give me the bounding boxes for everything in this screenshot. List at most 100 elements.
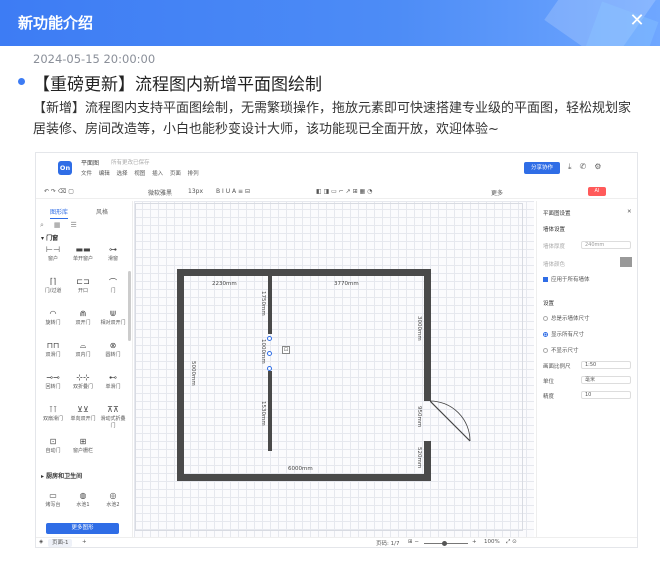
shape-label: 双折叠门: [72, 384, 93, 390]
menu-select[interactable]: 选择: [117, 171, 128, 177]
tab-style[interactable]: 风格: [96, 209, 108, 216]
shape-item[interactable]: ⊢⊣ 窗户: [40, 245, 66, 262]
wall-middle-upper[interactable]: [268, 276, 272, 334]
phone-icon[interactable]: ✆: [580, 162, 595, 171]
ai-badge[interactable]: AI: [588, 187, 606, 196]
close-icon[interactable]: ✕: [627, 209, 632, 215]
menu-view[interactable]: 视图: [134, 171, 145, 177]
shape-item[interactable]: ⊻⊻ 单向双开门: [70, 405, 96, 422]
shape-item[interactable]: ⋓ 相对双开门: [100, 309, 126, 326]
wall-right-upper[interactable]: [424, 269, 431, 401]
wall-color-swatch[interactable]: [620, 257, 632, 267]
shape-icon: ⌈⌉: [49, 277, 57, 286]
radio-icon[interactable]: [543, 316, 548, 321]
dimension-label: 950mm: [416, 406, 422, 428]
shape-item[interactable]: ⊏⊐ 开口: [70, 277, 96, 294]
zoom-level: 100%: [484, 539, 500, 545]
toolbar-more[interactable]: 更多: [491, 188, 503, 197]
shape-label: 双内门: [75, 352, 91, 358]
font-size-select[interactable]: 13px: [188, 188, 203, 195]
shape-item[interactable]: ⊞ 窗户栅栏: [70, 437, 96, 454]
scrollbar[interactable]: [128, 271, 131, 341]
menu-arrange[interactable]: 排列: [188, 171, 199, 177]
checkbox-icon[interactable]: [543, 277, 548, 282]
tab-shapes[interactable]: 图形库: [50, 209, 69, 219]
download-icon[interactable]: ⤓: [568, 162, 580, 171]
resize-handle[interactable]: [267, 366, 272, 371]
menu-file[interactable]: 文件: [81, 171, 92, 177]
drawing-canvas[interactable]: ⊡ 2230mm 3770mm 6000mm 5000mm 1750mm 100…: [134, 201, 534, 537]
shape-item[interactable]: ◍ 水池1: [70, 491, 96, 508]
wall-middle-lower[interactable]: [268, 371, 272, 451]
shape-item[interactable]: ⊶ 滑窗: [100, 245, 126, 262]
precision-select[interactable]: 10: [581, 391, 631, 399]
shape-label: 开口: [77, 288, 88, 294]
shape-item[interactable]: ⌓ 双内门: [70, 341, 96, 358]
shape-item[interactable]: ⌒ 门: [100, 277, 126, 294]
door-options-icon[interactable]: ⊡: [282, 346, 290, 354]
wall-left[interactable]: [177, 269, 184, 481]
menu-edit[interactable]: 编辑: [99, 171, 110, 177]
radio-option[interactable]: 显示所有尺寸: [543, 330, 584, 338]
text-style-icons[interactable]: B I U A ≡ ⊟: [216, 188, 250, 195]
shape-item[interactable]: ⊓⊓ 双滑门: [40, 341, 66, 358]
shape-label: 相对双开门: [100, 320, 126, 326]
layers-icon[interactable]: ◈: [39, 539, 43, 545]
menu-page[interactable]: 页面: [170, 171, 181, 177]
door-swing[interactable]: [430, 397, 476, 445]
shape-icon: ⌓: [79, 341, 87, 350]
fit-icon[interactable]: ⊞ −: [408, 539, 419, 545]
grid-icon[interactable]: ▦: [54, 221, 71, 229]
section-kitchen[interactable]: ▸ 厨房和卫生间: [41, 471, 82, 480]
shape-item[interactable]: ⊷ 单滑门: [100, 373, 126, 390]
shape-item[interactable]: ⊡ 自动门: [40, 437, 66, 454]
close-icon[interactable]: ✕: [626, 10, 648, 32]
feature-screenshot: On 平面图 所有更改已保存 文件 编辑 选择 视图 插入 页面 排列 分享协作…: [35, 152, 638, 548]
radio-icon[interactable]: [543, 348, 548, 353]
wall-thickness-input[interactable]: 240mm: [581, 241, 631, 249]
wall-top[interactable]: [177, 269, 431, 276]
more-shapes-button[interactable]: 更多图形: [46, 523, 119, 534]
add-page-button[interactable]: +: [82, 539, 87, 545]
shape-icon: ⊢⊣: [46, 245, 60, 254]
shape-item[interactable]: ▬▬ 单开窗户: [70, 245, 96, 262]
page-tab[interactable]: 页面-1: [48, 539, 73, 547]
shape-item[interactable]: ▭ 烤写台: [40, 491, 66, 508]
resize-handle[interactable]: [267, 351, 272, 356]
shape-style-icons[interactable]: ◧ ◨ ▭ ⌐ ↗ ⊞ ▦ ◔: [316, 188, 372, 195]
zoom-in-icon[interactable]: +: [472, 539, 477, 545]
menu-insert[interactable]: 插入: [152, 171, 163, 177]
post-date: 2024-05-15 20:00:00: [33, 52, 156, 66]
unit-select[interactable]: 毫米: [581, 376, 631, 384]
scale-select[interactable]: 1:50: [581, 361, 631, 369]
undo-icon[interactable]: ↶ ↷ ⌫ ▢: [44, 188, 74, 195]
shape-item[interactable]: ⊺⊺ 双扇滑门: [40, 405, 66, 422]
fullscreen-icon[interactable]: ⤢ ⊙: [506, 539, 517, 546]
share-button[interactable]: 分享协作: [524, 162, 560, 174]
apply-all-checkbox[interactable]: 应用于所有墙体: [543, 275, 590, 283]
section-doors[interactable]: ▾ 门窗: [41, 233, 58, 242]
shape-item[interactable]: ⊹⊹ 双折叠门: [70, 373, 96, 390]
shape-item[interactable]: ⊸⊸ 回转门: [40, 373, 66, 390]
radio-option[interactable]: 总是示墙体尺寸: [543, 314, 590, 322]
shape-icon: ▬▬: [75, 245, 91, 254]
shape-item[interactable]: ⊼⊼ 滑动式折叠门: [100, 405, 126, 429]
shape-library-panel: 图形库 风格 ⌕▦☰ ▾ 门窗 ⊢⊣ 窗户 ▬▬ 单开窗户 ⊶ 滑窗 ⌈⌉ 门/过道 ⊏⊐ 开口 ⌒…: [36, 201, 133, 537]
list-icon[interactable]: ☰: [71, 221, 87, 229]
search-icon[interactable]: ⌕: [40, 221, 54, 229]
doc-save-status: 所有更改已保存: [111, 160, 150, 166]
zoom-slider-handle[interactable]: [442, 541, 447, 546]
shape-item[interactable]: ◎ 水池2: [100, 491, 126, 508]
font-select[interactable]: 微软雅黑: [148, 188, 172, 197]
resize-handle[interactable]: [267, 336, 272, 341]
scale-label: 画面比例尺: [543, 364, 571, 370]
wall-right-lower[interactable]: [424, 441, 431, 481]
shape-item[interactable]: ◜◝ 旋转门: [40, 309, 66, 326]
shape-item[interactable]: ⋒ 双开门: [70, 309, 96, 326]
shape-item[interactable]: ⊗ 圆转门: [100, 341, 126, 358]
radio-icon[interactable]: [543, 332, 548, 337]
wall-bottom[interactable]: [177, 474, 431, 481]
settings-icon[interactable]: ⚙: [594, 162, 609, 171]
shape-item[interactable]: ⌈⌉ 门/过道: [40, 277, 66, 294]
radio-option[interactable]: 不显示尺寸: [543, 346, 579, 354]
